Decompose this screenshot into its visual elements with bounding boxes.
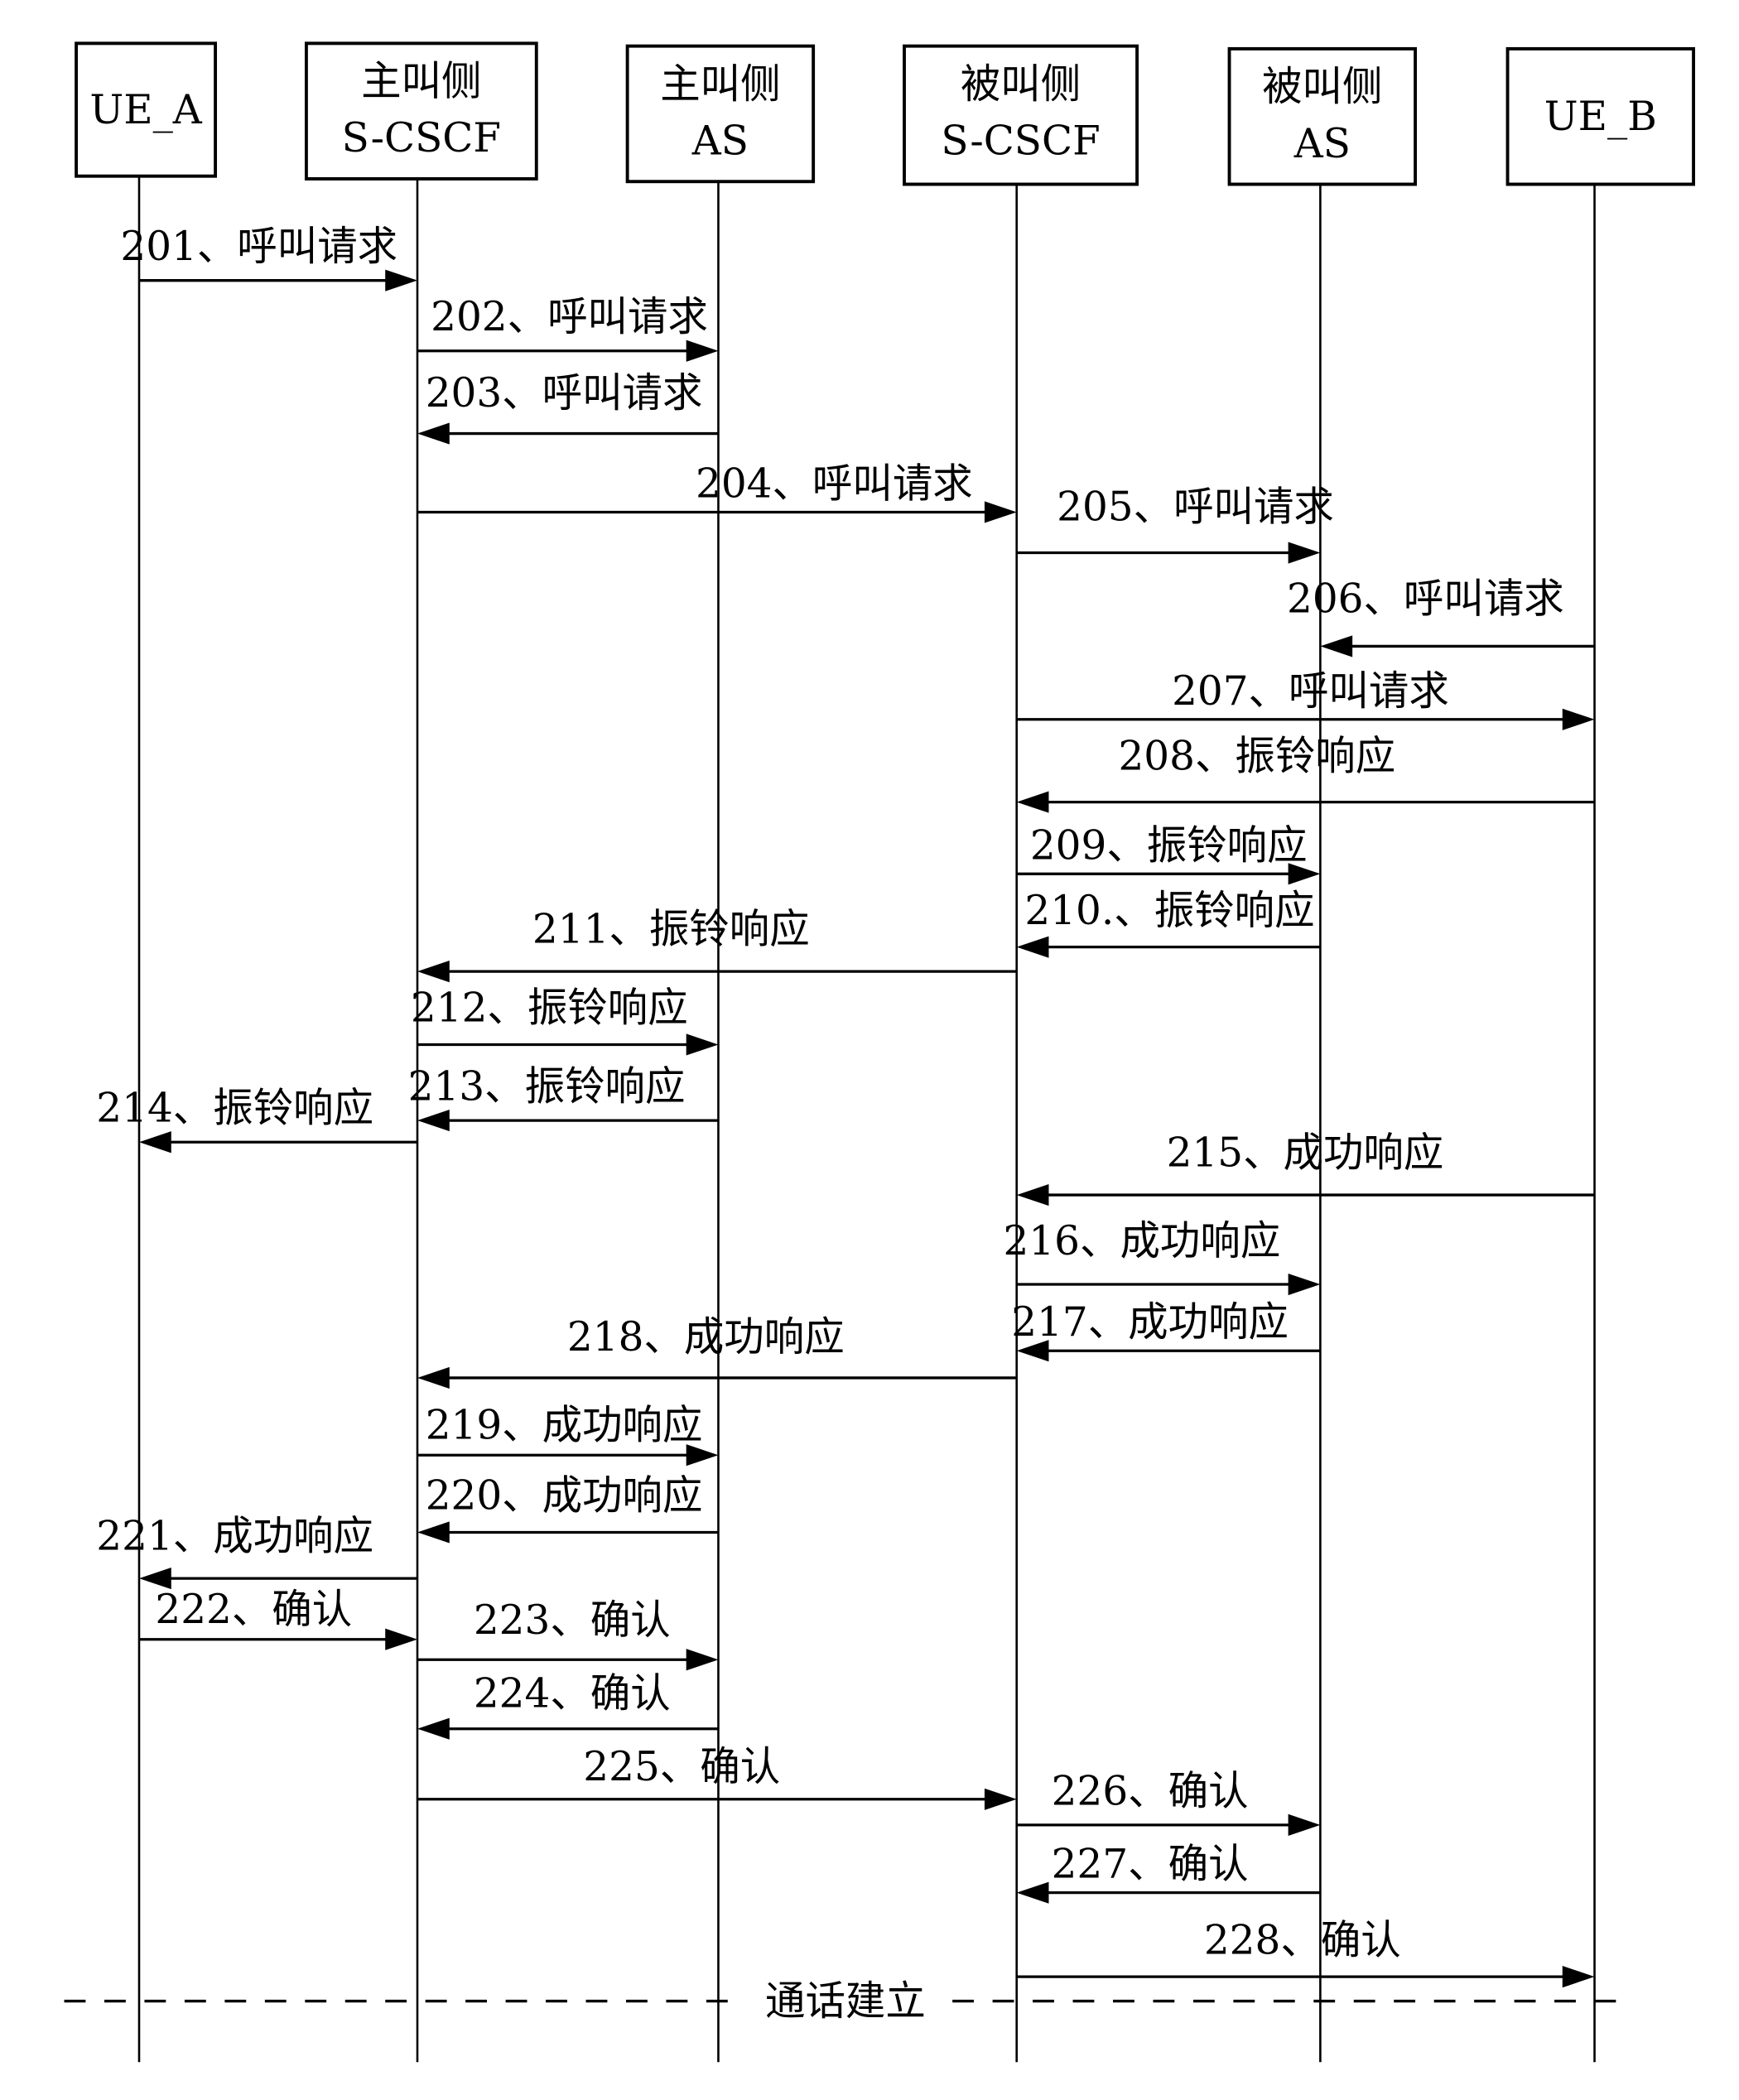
message-213: 213、振铃响应 (408, 1062, 719, 1132)
arrowhead-icon (984, 1788, 1017, 1810)
arrowhead-icon (1288, 1273, 1321, 1296)
message-label: 215、成功响应 (1167, 1129, 1444, 1176)
message-217: 217、成功响应 (1011, 1298, 1321, 1362)
message-209: 209、振铃响应 (1016, 821, 1321, 885)
arrowhead-icon (1562, 1966, 1595, 1988)
message-label: 208、振铃响应 (1118, 732, 1395, 779)
arrowhead-icon (1288, 542, 1321, 564)
message-211: 211、振铃响应 (417, 905, 1017, 983)
message-label: 220、成功响应 (426, 1471, 703, 1519)
arrowhead-icon (139, 1131, 171, 1154)
participant-label: UE_A (89, 86, 202, 133)
arrowhead-icon (417, 1366, 450, 1390)
participant-label: 主叫侧 (361, 57, 481, 104)
message-label: 223、确认 (474, 1597, 671, 1644)
arrowhead-icon (1288, 1813, 1321, 1836)
message-202: 202、呼叫请求 (417, 293, 719, 362)
message-220: 220、成功响应 (417, 1471, 719, 1544)
message-206: 206、呼叫请求 (1287, 575, 1595, 657)
arrowhead-icon (417, 1109, 450, 1132)
message-227: 227、确认 (1016, 1840, 1321, 1904)
message-215: 215、成功响应 (1016, 1129, 1595, 1207)
message-label: 228、确认 (1204, 1916, 1401, 1963)
message-203: 203、呼叫请求 (417, 369, 719, 445)
message-212: 212、振铃响应 (411, 984, 719, 1056)
arrowhead-icon (984, 501, 1017, 523)
message-label: 212、振铃响应 (411, 984, 688, 1031)
participant-term-as: 被叫侧 AS (1227, 46, 1418, 2063)
message-label: 206、呼叫请求 (1287, 575, 1564, 622)
message-label: 216、成功响应 (1004, 1217, 1281, 1264)
message-label: 209、振铃响应 (1030, 821, 1308, 869)
arrowhead-icon (385, 1628, 417, 1650)
message-label: 211、振铃响应 (532, 905, 810, 952)
participant-orig-scscf: 主叫侧 S-CSCF (304, 41, 538, 2063)
message-label: 224、确认 (474, 1669, 671, 1717)
participant-label: S-CSCF (941, 117, 1100, 164)
arrowhead-icon (1016, 936, 1049, 958)
message-210: 210.、振铃响应 (1016, 887, 1321, 958)
participant-label: S-CSCF (342, 114, 501, 161)
participant-label: 被叫侧 (961, 60, 1081, 108)
arrowhead-icon (1016, 1183, 1049, 1207)
message-225: 225、确认 (417, 1743, 1017, 1810)
arrowhead-icon (1016, 791, 1049, 813)
participant-ue-a: UE_A (75, 41, 218, 2063)
message-label: 204、呼叫请求 (696, 460, 973, 507)
participant-ue-b: UE_B (1505, 46, 1696, 2063)
participant-label: UE_B (1544, 93, 1657, 140)
message-204: 204、呼叫请求 (417, 460, 1017, 523)
message-label: 221、成功响应 (96, 1512, 373, 1559)
message-205: 205、呼叫请求 (1016, 483, 1334, 564)
participant-term-scscf: 被叫侧 S-CSCF (903, 44, 1139, 2063)
message-219: 219、成功响应 (417, 1401, 719, 1467)
message-201: 201、呼叫请求 (120, 223, 417, 291)
arrowhead-icon (417, 1521, 450, 1544)
message-label: 226、确认 (1052, 1767, 1249, 1814)
arrowhead-icon (686, 340, 719, 362)
participant-label: 主叫侧 (660, 60, 780, 108)
message-label: 213、振铃响应 (408, 1062, 686, 1110)
arrowhead-icon (686, 1033, 719, 1056)
message-label: 205、呼叫请求 (1057, 483, 1334, 530)
message-label: 203、呼叫请求 (426, 369, 703, 417)
message-216: 216、成功响应 (1004, 1217, 1321, 1296)
arrowhead-icon (417, 961, 450, 983)
message-228: 228、确认 (1016, 1916, 1595, 1988)
message-218: 218、成功响应 (417, 1313, 1017, 1390)
message-label: 217、成功响应 (1011, 1298, 1289, 1346)
message-label: 218、成功响应 (567, 1313, 845, 1361)
sequence-diagram: UE_A 主叫侧 S-CSCF 主叫侧 AS 被叫侧 S-CSCF 被叫侧 AS UE_B 201… (64, 41, 1696, 2063)
message-222: 222、确认 (139, 1586, 417, 1650)
message-label: 202、呼叫请求 (431, 293, 708, 340)
divider-label: 通话建立 (765, 1977, 926, 2025)
arrowhead-icon (1562, 708, 1595, 730)
arrowhead-icon (686, 1649, 719, 1671)
arrowhead-icon (1320, 635, 1353, 657)
message-label: 225、确认 (583, 1743, 780, 1790)
message-214: 214、振铃响应 (96, 1084, 417, 1154)
message-label: 219、成功响应 (426, 1401, 703, 1448)
message-label: 227、确认 (1052, 1840, 1249, 1887)
message-label: 201、呼叫请求 (120, 223, 397, 270)
arrowhead-icon (385, 269, 417, 291)
message-label: 222、确认 (155, 1586, 352, 1633)
message-221: 221、成功响应 (96, 1512, 417, 1590)
message-label: 207、呼叫请求 (1172, 667, 1449, 715)
participant-label: AS (1293, 120, 1351, 167)
message-223: 223、确认 (417, 1597, 719, 1671)
participant-label: AS (691, 117, 749, 164)
participant-label: 被叫侧 (1262, 63, 1382, 110)
message-207: 207、呼叫请求 (1016, 667, 1595, 730)
message-224: 224、确认 (417, 1669, 719, 1740)
arrowhead-icon (417, 1717, 450, 1740)
message-226: 226、确认 (1016, 1767, 1321, 1836)
message-208: 208、振铃响应 (1016, 732, 1595, 813)
arrowhead-icon (417, 422, 450, 445)
message-label: 214、振铃响应 (96, 1084, 373, 1131)
message-label: 210.、振铃响应 (1024, 887, 1314, 934)
arrowhead-icon (1016, 1881, 1049, 1904)
